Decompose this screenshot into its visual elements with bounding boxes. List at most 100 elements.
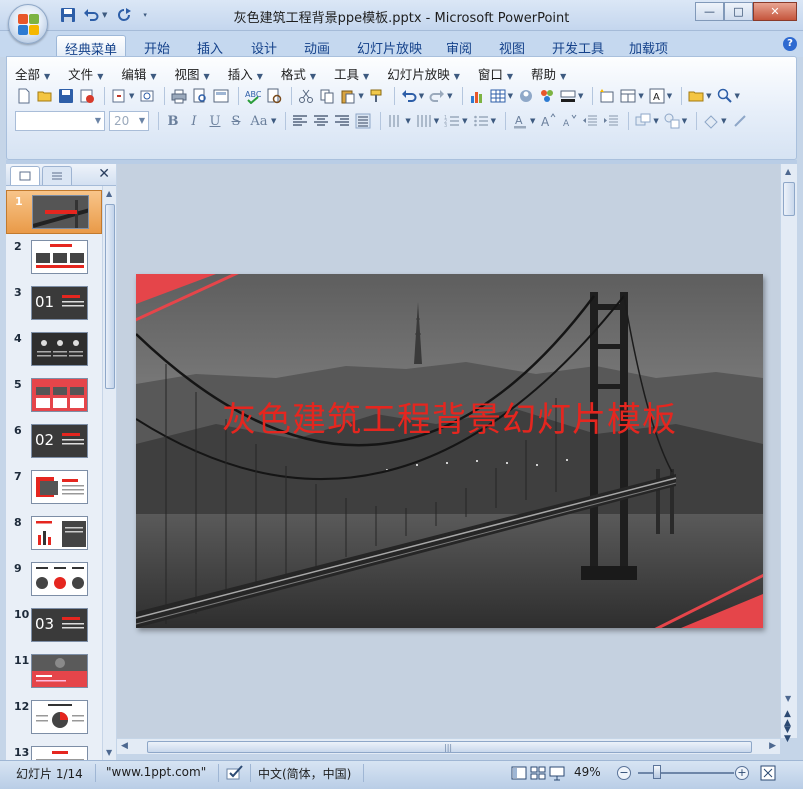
slide-thumbnail-12[interactable]: 12 <box>6 696 102 740</box>
maximize-button[interactable]: □ <box>724 2 753 21</box>
zoom-slider-handle[interactable] <box>653 765 661 779</box>
menu-file[interactable]: 文件 ▼ <box>68 64 103 83</box>
bold-button[interactable]: B <box>164 114 182 129</box>
normal-view-icon[interactable] <box>511 765 527 784</box>
find-icon[interactable] <box>716 87 734 105</box>
shrink-font-icon[interactable]: A <box>560 112 578 130</box>
new-slide-icon[interactable] <box>598 87 616 105</box>
zoom-in-button[interactable]: + <box>735 766 749 780</box>
close-pane-icon[interactable]: ✕ <box>98 166 110 182</box>
menu-edit[interactable]: 编辑 ▼ <box>121 64 156 83</box>
shape-fill-icon[interactable] <box>702 112 720 130</box>
menu-slide-show[interactable]: 幻灯片放映 ▼ <box>387 64 460 83</box>
dropdown-arrow-icon[interactable]: ▼ <box>129 92 134 100</box>
grow-font-icon[interactable]: A <box>539 112 557 130</box>
dropdown-arrow-icon[interactable]: ▼ <box>405 117 410 125</box>
cut-icon[interactable] <box>297 87 315 105</box>
dropdown-arrow-icon[interactable]: ▼ <box>271 117 276 125</box>
tab-view[interactable]: 视图 <box>491 35 533 57</box>
slide-thumbnail-13[interactable]: 13 <box>6 742 102 760</box>
slide-thumbnail-2[interactable]: 2 <box>6 236 102 280</box>
menu-tools[interactable]: 工具 ▼ <box>334 64 369 83</box>
tab-slide-show[interactable]: 幻灯片放映 <box>349 35 430 57</box>
slide-thumbnail-1[interactable]: 1 <box>6 190 102 234</box>
paste-icon[interactable] <box>339 87 357 105</box>
align-left-icon[interactable] <box>291 112 309 130</box>
numbering-icon[interactable]: 123 <box>443 112 461 130</box>
shapes-icon[interactable] <box>663 112 681 130</box>
redo-icon[interactable] <box>114 6 134 24</box>
bullets-icon[interactable] <box>472 112 490 130</box>
insert-smartart-icon[interactable] <box>538 87 556 105</box>
slide-thumbnail-6[interactable]: 6 02 <box>6 420 102 464</box>
print-preview-icon[interactable] <box>191 87 209 105</box>
folder-icon[interactable] <box>687 87 705 105</box>
undo-icon[interactable] <box>400 87 418 105</box>
permission-icon[interactable] <box>78 87 96 105</box>
tab-insert[interactable]: 插入 <box>189 35 231 57</box>
fit-to-window-icon[interactable] <box>760 765 776 784</box>
font-color-a-icon[interactable]: A <box>511 112 529 130</box>
strikethrough-button[interactable]: S <box>227 114 245 129</box>
shape-outline-icon[interactable] <box>731 112 749 130</box>
menu-insert[interactable]: 插入 ▼ <box>228 64 263 83</box>
color-scheme-icon[interactable] <box>559 87 577 105</box>
next-slide-icon[interactable]: ▼ ▼ <box>784 726 791 744</box>
language-indicator[interactable]: 中文(简体，中国) <box>258 765 351 782</box>
redo-icon[interactable] <box>428 87 446 105</box>
scroll-up-icon[interactable]: ▲ <box>785 167 791 176</box>
slide-thumbnail-8[interactable]: 8 <box>6 512 102 556</box>
slide-thumbnail-11[interactable]: 11 <box>6 650 102 694</box>
slide-thumbnail-3[interactable]: 3 01 <box>6 282 102 326</box>
dropdown-arrow-icon[interactable]: ▼ <box>682 117 687 125</box>
columns-icon[interactable] <box>415 112 433 130</box>
new-document-icon[interactable] <box>15 87 33 105</box>
tab-design[interactable]: 设计 <box>243 35 285 57</box>
scrollbar-thumb[interactable] <box>105 204 115 389</box>
spelling-check-icon[interactable] <box>226 764 244 785</box>
scroll-right-icon[interactable]: ▶ <box>769 741 776 751</box>
insert-clipart-icon[interactable] <box>517 87 535 105</box>
scrollbar-thumb[interactable] <box>783 182 795 216</box>
tab-add-ins[interactable]: 加载项 <box>621 35 676 57</box>
scrollbar-thumb[interactable]: ||| <box>147 741 752 753</box>
dropdown-arrow-icon[interactable]: ▼ <box>667 92 672 100</box>
zoom-level[interactable]: 49% <box>574 765 601 779</box>
decrease-indent-icon[interactable] <box>581 112 599 130</box>
save-icon[interactable] <box>57 87 75 105</box>
dropdown-arrow-icon[interactable]: ▼ <box>447 92 452 100</box>
slide-title[interactable]: 灰色建筑工程背景幻灯片模板 <box>136 392 763 441</box>
dropdown-arrow-icon[interactable]: ▼ <box>578 92 583 100</box>
tab-review[interactable]: 审阅 <box>438 35 480 57</box>
font-name-select[interactable]: ▼ <box>15 111 105 131</box>
spelling-icon[interactable]: ABC <box>244 87 262 105</box>
tab-developer[interactable]: 开发工具 <box>544 35 612 57</box>
menu-help[interactable]: 帮助 ▼ <box>531 64 566 83</box>
dropdown-arrow-icon[interactable]: ▼ <box>462 117 467 125</box>
scroll-down-icon[interactable]: ▼ <box>106 748 112 757</box>
open-folder-icon[interactable] <box>36 87 54 105</box>
font-color-icon[interactable]: A <box>648 87 666 105</box>
dropdown-arrow-icon[interactable]: ▼ <box>419 92 424 100</box>
undo-dropdown-icon[interactable]: ▼ <box>102 11 107 19</box>
help-icon[interactable]: ? <box>783 37 797 51</box>
tab-animations[interactable]: 动画 <box>296 35 338 57</box>
italic-button[interactable]: I <box>185 114 203 129</box>
vertical-scrollbar[interactable]: ▲ ▼ ▲ ▲ ▼ ▼ <box>780 164 797 744</box>
slide-thumbnail-10[interactable]: 10 03 <box>6 604 102 648</box>
print-icon[interactable] <box>170 87 188 105</box>
menu-format[interactable]: 格式 ▼ <box>281 64 316 83</box>
change-case-button[interactable]: Aa <box>248 114 270 129</box>
slide-layout-icon[interactable] <box>212 87 230 105</box>
export-pdf-icon[interactable] <box>110 87 128 105</box>
menu-all[interactable]: 全部 ▼ <box>15 64 50 83</box>
slide-thumbnail-9[interactable]: 9 <box>6 558 102 602</box>
slide-sorter-view-icon[interactable] <box>530 765 546 784</box>
dropdown-arrow-icon[interactable]: ▼ <box>508 92 513 100</box>
dropdown-arrow-icon[interactable]: ▼ <box>434 117 439 125</box>
align-center-icon[interactable] <box>312 112 330 130</box>
underline-button[interactable]: U <box>206 114 224 129</box>
dropdown-arrow-icon[interactable]: ▼ <box>638 92 643 100</box>
tab-classic-menu[interactable]: 经典菜单 <box>56 35 127 58</box>
dropdown-arrow-icon[interactable]: ▼ <box>653 117 658 125</box>
